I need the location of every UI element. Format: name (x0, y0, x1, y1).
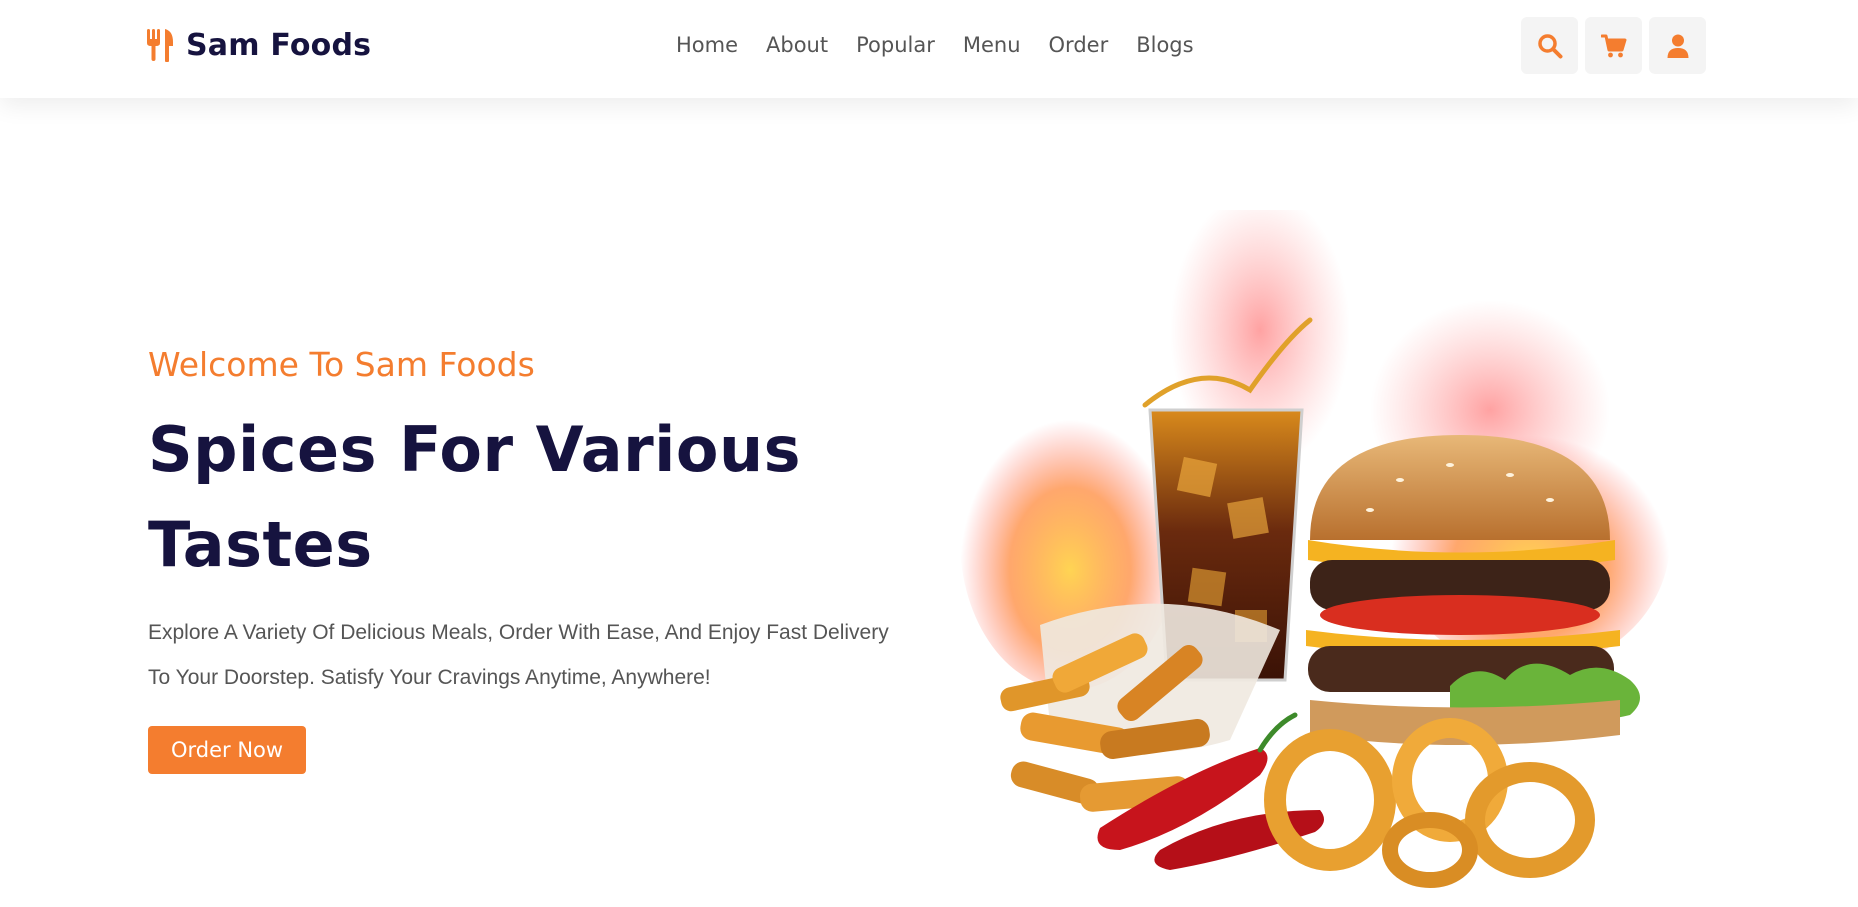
top-navbar: Sam Foods Home About Popular Menu Order … (0, 0, 1858, 98)
hero-headline-line-1: Spices For Various (148, 413, 802, 486)
brand-name: Sam Foods (186, 27, 372, 63)
hero-description-line-1: Explore A Variety Of Delicious Meals, Or… (148, 621, 889, 644)
order-now-button[interactable]: Order Now (148, 726, 307, 774)
user-icon (1667, 34, 1688, 58)
nav-link-blogs[interactable]: Blogs (1136, 30, 1193, 60)
burger (1306, 435, 1640, 745)
user-account-button[interactable] (1649, 17, 1706, 74)
nav-link-about[interactable]: About (766, 30, 828, 60)
nav-link-order[interactable]: Order (1049, 30, 1109, 60)
brand-logo[interactable]: Sam Foods (146, 27, 371, 63)
main-nav: Home About Popular Menu Order Blogs (676, 30, 1194, 60)
nav-link-home[interactable]: Home (676, 30, 738, 60)
nav-link-popular[interactable]: Popular (856, 30, 935, 60)
search-icon (1537, 33, 1562, 58)
cart-button[interactable] (1585, 17, 1642, 74)
nav-actions (1521, 17, 1706, 74)
cart-icon (1600, 34, 1626, 57)
hero-headline: Spices For Various Tastes (148, 402, 908, 592)
hero-description: Explore A Variety Of Delicious Meals, Or… (148, 610, 908, 700)
search-button[interactable] (1521, 17, 1578, 74)
onion-rings (1264, 718, 1595, 888)
hero-description-line-2: To Your Doorstep. Satisfy Your Cravings … (148, 666, 711, 689)
hero-subtitle: Welcome To Sam Foods (148, 345, 535, 384)
hero-headline-line-2: Tastes (148, 508, 373, 581)
hero-food-image (960, 210, 1670, 888)
utensils-icon (147, 29, 173, 62)
hero-section: Welcome To Sam Foods Spices For Various … (148, 338, 908, 774)
nav-link-menu[interactable]: Menu (963, 30, 1021, 60)
